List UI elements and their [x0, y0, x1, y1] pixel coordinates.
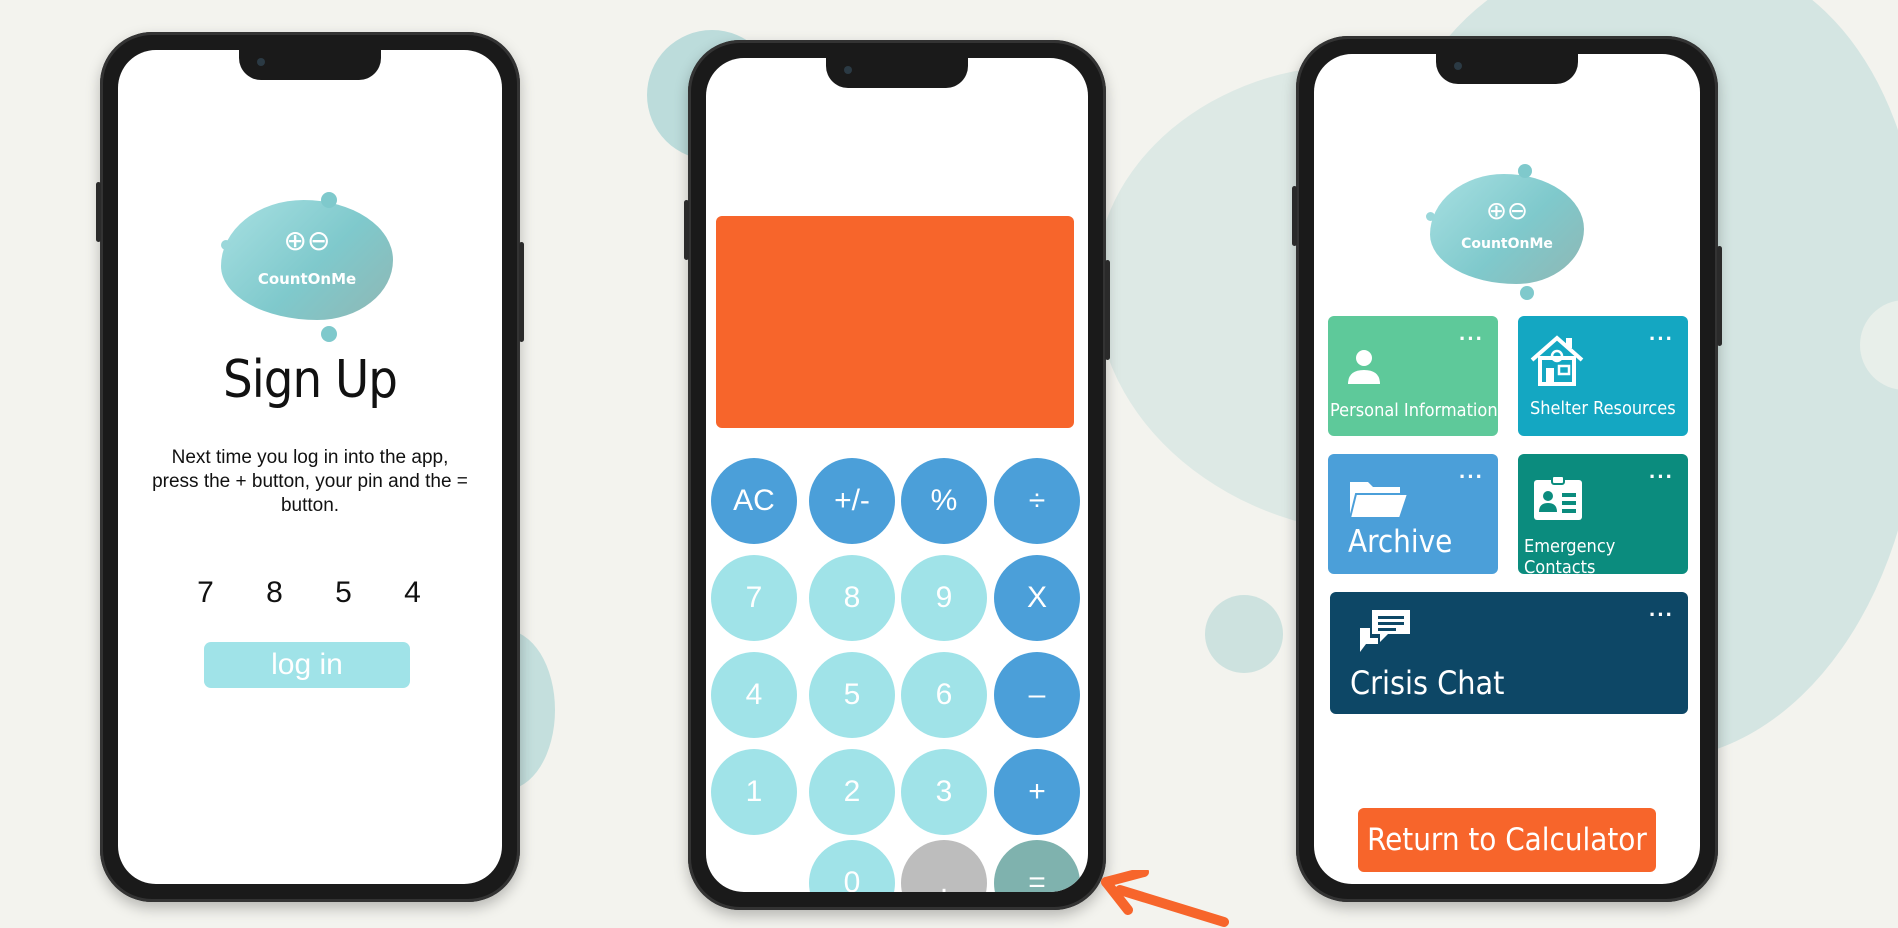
key-9[interactable]: 9: [901, 555, 987, 641]
volume-button: [1292, 186, 1297, 246]
phone-signup: ⊕⊖ CountOnMe Sign Up Next time you log i…: [96, 32, 524, 902]
logo-dot: [1518, 164, 1532, 178]
countonme-logo: ⊕⊖ CountOnMe: [1426, 164, 1584, 300]
key-minus[interactable]: –: [994, 652, 1080, 738]
tile-label: Emergency Contacts: [1524, 536, 1616, 578]
phone-dashboard: ⊕⊖ CountOnMe ··· Personal Information ··…: [1292, 36, 1722, 902]
contact-card-icon: [1534, 476, 1582, 520]
key-0[interactable]: 0: [809, 840, 895, 892]
folder-icon: [1348, 482, 1410, 519]
phone-notch: [826, 58, 968, 88]
more-menu-icon[interactable]: ···: [1649, 602, 1674, 628]
volume-button: [684, 200, 689, 260]
logo-cloud: [221, 200, 393, 320]
logo-dot: [321, 326, 337, 342]
tile-label: Archive: [1348, 524, 1453, 560]
logo-text: CountOnMe: [1461, 236, 1553, 252]
key-6[interactable]: 6: [901, 652, 987, 738]
camera-icon: [844, 66, 852, 74]
key-sign[interactable]: +/-: [809, 458, 895, 544]
tile-personal-information[interactable]: ··· Personal Information: [1328, 316, 1498, 436]
power-button: [1717, 246, 1722, 346]
logo-mark-icon: ⊕⊖: [283, 224, 331, 257]
tile-label: Crisis Chat: [1350, 664, 1505, 702]
key-3[interactable]: 3: [901, 749, 987, 835]
pin-display: 7 8 5 4: [197, 576, 443, 609]
key-2[interactable]: 2: [809, 749, 895, 835]
tile-label: Shelter Resources: [1530, 398, 1676, 419]
arrow-icon: [1101, 870, 1229, 927]
tile-shelter-resources[interactable]: ··· Shelter Resources: [1518, 316, 1688, 436]
key-1[interactable]: 1: [711, 749, 797, 835]
key-4[interactable]: 4: [711, 652, 797, 738]
countonme-logo: ⊕⊖ CountOnMe: [221, 192, 393, 342]
key-plus[interactable]: +: [994, 749, 1080, 835]
key-multiply[interactable]: X: [994, 555, 1080, 641]
key-dot[interactable]: .: [901, 840, 987, 892]
tile-emergency-contacts[interactable]: ··· Emergency Contacts: [1518, 454, 1688, 578]
background-blob: [1205, 595, 1283, 673]
tile-archive[interactable]: ··· Archive: [1328, 454, 1498, 574]
more-menu-icon[interactable]: ···: [1459, 326, 1484, 352]
chat-bubbles-icon: [1360, 610, 1410, 652]
key-5[interactable]: 5: [809, 652, 895, 738]
tile-label: Personal Information: [1330, 400, 1498, 421]
return-to-calculator-button[interactable]: Return to Calculator: [1358, 808, 1656, 872]
more-menu-icon[interactable]: ···: [1649, 464, 1674, 490]
key-7[interactable]: 7: [711, 555, 797, 641]
login-button[interactable]: log in: [204, 642, 410, 688]
more-menu-icon[interactable]: ···: [1459, 464, 1484, 490]
person-icon: [1348, 350, 1380, 384]
calculator-screen: AC +/- % ÷ 7 8 9 X 4 5 6 – 1 2 3 + 0 . =: [706, 58, 1088, 892]
more-menu-icon[interactable]: ···: [1649, 326, 1674, 352]
power-button: [519, 242, 524, 342]
phone-calculator: AC +/- % ÷ 7 8 9 X 4 5 6 – 1 2 3 + 0 . =: [684, 40, 1110, 910]
page-title: Sign Up: [223, 350, 398, 410]
key-percent[interactable]: %: [901, 458, 987, 544]
key-ac[interactable]: AC: [711, 458, 797, 544]
key-8[interactable]: 8: [809, 555, 895, 641]
key-divide[interactable]: ÷: [994, 458, 1080, 544]
calculator-display: [716, 216, 1074, 428]
camera-icon: [257, 58, 265, 66]
logo-dot: [221, 240, 231, 250]
logo-text: CountOnMe: [257, 270, 357, 288]
camera-icon: [1454, 62, 1462, 70]
logo-cloud: [1430, 174, 1584, 284]
power-button: [1105, 260, 1110, 360]
logo-dot: [321, 192, 337, 208]
phone-notch: [1436, 54, 1578, 84]
logo-dot: [1520, 286, 1534, 300]
logo-mark-icon: ⊕⊖: [1486, 196, 1528, 225]
volume-button: [96, 182, 101, 242]
house-icon: [1530, 335, 1584, 386]
tile-crisis-chat[interactable]: ··· Crisis Chat: [1330, 592, 1688, 714]
signup-screen: ⊕⊖ CountOnMe Sign Up Next time you log i…: [118, 50, 502, 884]
logo-dot: [1426, 212, 1435, 221]
signup-instructions: Next time you log in into the app, press…: [152, 447, 468, 516]
key-equals[interactable]: =: [994, 840, 1080, 892]
phone-notch: [239, 50, 381, 80]
dashboard-screen: ⊕⊖ CountOnMe ··· Personal Information ··…: [1314, 54, 1700, 884]
